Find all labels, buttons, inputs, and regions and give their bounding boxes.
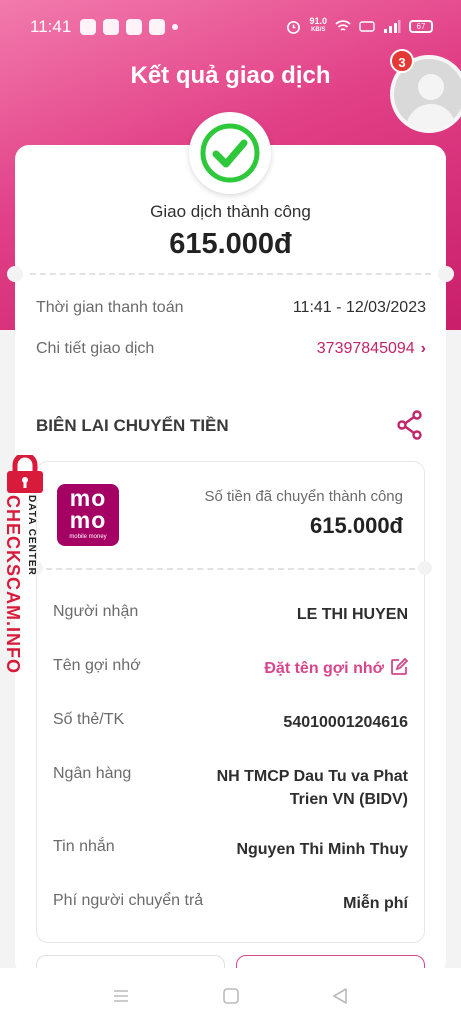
app-notification-icon (126, 19, 142, 35)
set-nickname-link[interactable]: Đặt tên gợi nhớ (178, 657, 408, 680)
status-indicators: 91.0 KB/S 67 (286, 17, 433, 35)
status-time: 11:41 (30, 17, 72, 36)
back-icon[interactable] (330, 986, 350, 1006)
messenger-icon (103, 19, 119, 35)
recipient-label: Người nhận (53, 603, 139, 620)
profile-avatar-button[interactable]: 3 (390, 49, 461, 135)
network-speed: 91.0 KB/S (309, 16, 327, 34)
message-label: Tin nhắn (53, 838, 115, 855)
wifi-icon (335, 19, 351, 31)
divider (30, 273, 431, 275)
vietcombank-icon (149, 19, 165, 35)
receipt-title: BIÊN LAI CHUYỂN TIỀN (36, 416, 229, 435)
lock-icon (7, 455, 43, 493)
bank-value: NH TMCP Dau Tu va Phat Trien VN (BIDV) (216, 768, 408, 808)
transfer-amount-label: Số tiền đã chuyển thành công (204, 488, 404, 505)
alarm-icon (287, 20, 301, 34)
nickname-label: Tên gợi nhớ (53, 657, 141, 674)
check-icon (200, 123, 260, 183)
notification-badge: 3 (390, 49, 414, 73)
success-check-badge (189, 112, 271, 194)
watermark-brand: CHECKSCAM.INFO (3, 495, 23, 674)
payment-time-value: 11:41 - 12/03/2023 (292, 299, 426, 316)
signal-icon (384, 19, 401, 33)
recipient-value: LE THI HUYEN (296, 606, 408, 623)
receipt-divider (46, 568, 415, 570)
home-icon[interactable] (221, 986, 241, 1006)
transaction-id-link[interactable]: 37397845094 › (317, 340, 426, 358)
transaction-amount: 615.000đ (169, 228, 292, 260)
card-notch-left (7, 266, 23, 282)
card-notch-right (438, 266, 454, 282)
more-dot-icon (172, 24, 178, 30)
edit-icon[interactable] (390, 658, 408, 676)
momo-logo: mo mo mobile money (57, 484, 119, 546)
bank-label: Ngân hàng (53, 765, 132, 782)
battery-indicator: 67 (409, 19, 433, 33)
payment-time-label: Thời gian thanh toán (36, 299, 184, 316)
transaction-detail-label: Chi tiết giao dịch (36, 340, 155, 357)
share-icon[interactable] (397, 410, 423, 440)
system-nav-bar (0, 968, 461, 1024)
account-number-value: 54010001204616 (283, 714, 408, 731)
status-bar: 11:41 91.0 KB/S 67 (0, 0, 461, 56)
receipt-notch-right (418, 561, 432, 575)
fee-value: Miễn phí (343, 895, 408, 912)
message-value: Nguyen Thi Minh Thuy (236, 841, 408, 858)
menu-icon[interactable] (111, 986, 131, 1006)
watermark-tag: DATA CENTER (26, 495, 37, 576)
momo-notification-icon (80, 19, 96, 35)
notification-icons (80, 19, 178, 35)
transaction-status: Giao dịch thành công (150, 202, 311, 221)
chevron-right-icon: › (420, 340, 426, 357)
volte-icon (359, 20, 375, 32)
transfer-amount-value: 615.000đ (310, 513, 403, 538)
account-number-label: Số thẻ/TK (53, 711, 125, 728)
